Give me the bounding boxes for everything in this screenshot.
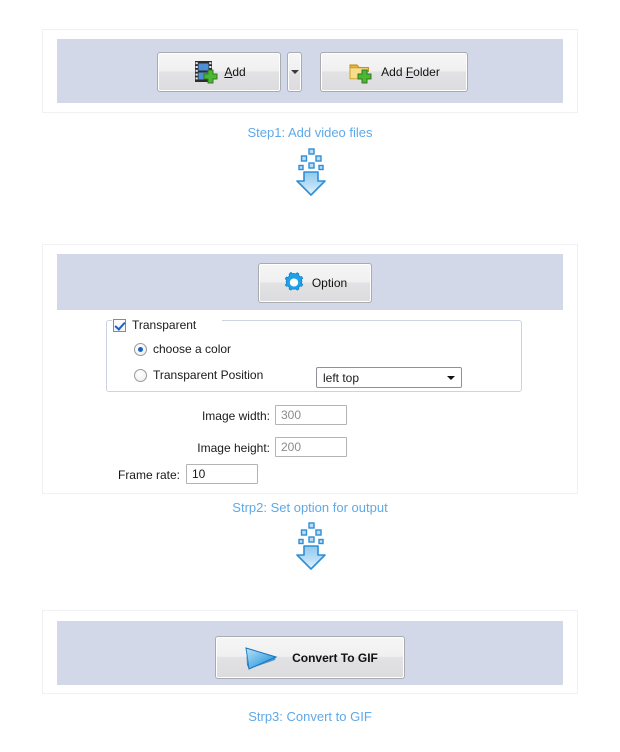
image-width-input[interactable]: 300 [275, 405, 347, 425]
option-button[interactable]: Option [258, 263, 372, 303]
image-height-input[interactable]: 200 [275, 437, 347, 457]
step1-down-arrow-icon [292, 147, 330, 200]
step1-caption: Step1: Add video files [247, 125, 373, 140]
add-dropdown-toggle[interactable] [287, 52, 302, 92]
add-folder-button-label: Add Folder [381, 65, 440, 79]
gear-icon [283, 272, 305, 294]
transparent-position-radio[interactable] [134, 368, 147, 382]
transparent-checkbox[interactable] [113, 318, 126, 332]
film-add-icon [192, 59, 218, 85]
step3-caption: Strp3: Convert to GIF [248, 709, 372, 724]
play-triangle-icon [242, 643, 282, 673]
transparent-checkbox-row[interactable]: Transparent [113, 318, 196, 332]
chevron-down-icon [290, 70, 299, 74]
choose-color-radio-row[interactable]: choose a color [134, 342, 231, 356]
image-height-label: Image height: [197, 441, 270, 455]
convert-to-gif-button-label: Convert To GIF [292, 650, 378, 665]
transparent-position-combo[interactable]: left top [316, 367, 462, 388]
choose-color-label: choose a color [153, 342, 232, 356]
choose-color-radio[interactable] [134, 342, 147, 356]
image-width-label: Image width: [201, 409, 270, 423]
transparent-position-combo-value: left top [323, 370, 360, 385]
combo-chevron-down-icon[interactable] [441, 368, 461, 387]
transparent-position-label: Transparent Position [153, 368, 264, 382]
step1-toolbar [57, 39, 563, 103]
add-button[interactable]: Add [157, 52, 281, 92]
option-button-label: Option [311, 276, 348, 290]
folder-add-icon [348, 60, 374, 84]
step2-down-arrow-icon [292, 521, 330, 574]
add-button-label: Add [224, 65, 246, 79]
transparent-position-radio-row[interactable]: Transparent Position [134, 368, 263, 382]
app-root: Add Add Folder Step1: Add video files Op… [0, 0, 620, 752]
add-folder-button[interactable]: Add Folder [320, 52, 468, 92]
frame-rate-input[interactable]: 10 [186, 464, 258, 484]
step2-caption: Strp2: Set option for output [232, 500, 388, 515]
convert-to-gif-button[interactable]: Convert To GIF [215, 636, 405, 679]
transparent-checkbox-label: Transparent [132, 318, 197, 332]
frame-rate-label: Frame rate: [117, 468, 180, 482]
